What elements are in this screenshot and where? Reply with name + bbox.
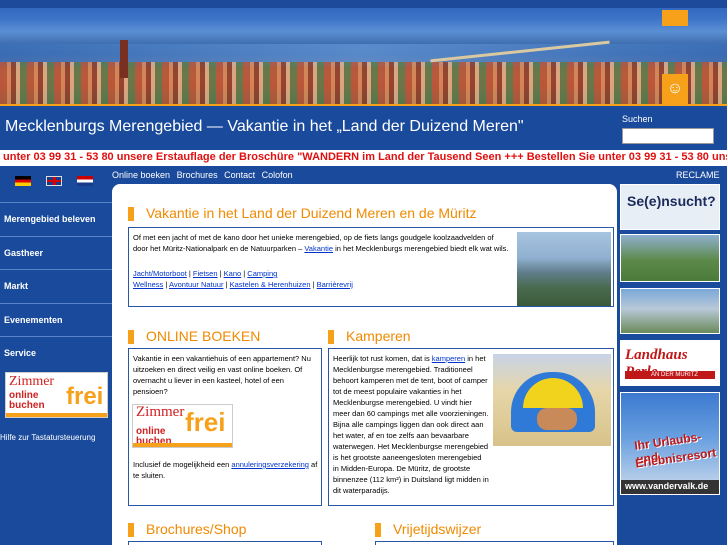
link-jacht[interactable]: Jacht/Motorboot <box>133 269 187 278</box>
kamperen-text: Heerlijk tot rust komen, dat is kamperen… <box>333 354 489 495</box>
flag-de-icon[interactable] <box>15 176 31 186</box>
keyboard-help-link[interactable]: Hilfe zur Tastatursteuerung <box>0 433 95 442</box>
link-wellness[interactable]: Wellness <box>133 280 163 289</box>
topnav-contact[interactable]: Contact <box>224 170 255 180</box>
flag-gb-icon[interactable] <box>46 176 62 186</box>
ad-estate-photo[interactable] <box>620 234 720 282</box>
ticker-text: unter 03 99 31 - 53 80 unsere Erstauflag… <box>3 151 727 163</box>
link-barrierevrij[interactable]: Barrièrevrij <box>317 280 353 289</box>
vakantie-link[interactable]: Vakantie <box>304 244 333 253</box>
ad-seensucht[interactable]: Se(e)nsucht? <box>620 184 720 230</box>
link-kastelen[interactable]: Kastelen & Herenhuizen <box>230 280 311 289</box>
page-title: Mecklenburgs Merengebied — Vakantie in h… <box>5 118 524 135</box>
link-kano[interactable]: Kano <box>224 269 242 278</box>
kamperen-box: Heerlijk tot rust komen, dat is kamperen… <box>328 348 614 506</box>
zimmer-frei-large[interactable]: Zimmer online buchen frei <box>132 404 233 448</box>
main-content: Vakantie in het Land der Duizend Meren e… <box>112 184 617 545</box>
intro-text: Of met een jacht of met de kano door het… <box>133 233 509 253</box>
link-avontuur[interactable]: Avontuur Natuur <box>169 280 223 289</box>
language-flags <box>0 166 112 202</box>
ad-lake-photo[interactable] <box>620 288 720 334</box>
left-sidebar: Merengebied beleven Gastheer Markt Evene… <box>0 166 112 545</box>
ad-vandervalk[interactable]: Ihr Urlaubs- und Erlebnisresort www.vand… <box>620 392 720 495</box>
sidebar-item-markt[interactable]: Markt <box>0 269 112 302</box>
camping-tent-photo <box>493 354 611 446</box>
news-ticker: unter 03 99 31 - 53 80 unsere Erstauflag… <box>0 150 727 166</box>
link-camping[interactable]: Camping <box>247 269 277 278</box>
vrijetijd-box <box>375 541 614 545</box>
sidebar-item-merengebied[interactable]: Merengebied beleven <box>0 202 112 235</box>
ad-landhaus-perle[interactable]: Landhaus Perle AN DER MÜRITZ <box>620 340 720 386</box>
banner-top-strip <box>0 0 727 8</box>
banner-church-tower <box>120 40 128 78</box>
online-boeken-insurance: Inclusief de mogelijkheid een annulering… <box>133 460 318 480</box>
reclame-label: RECLAME <box>676 170 720 180</box>
flag-nl-icon[interactable] <box>77 176 93 186</box>
sidebar-item-evenementen[interactable]: Evenementen <box>0 303 112 336</box>
topnav-online-boeken[interactable]: Online boeken <box>112 170 170 180</box>
top-nav: Online boeken Brochures Contact Colofon <box>112 166 617 184</box>
topnav-colofon[interactable]: Colofon <box>262 170 293 180</box>
banner-orange-box <box>662 10 688 26</box>
annulering-link[interactable]: annuleringsverzekering <box>231 460 309 469</box>
link-fietsen[interactable]: Fietsen <box>193 269 218 278</box>
zimmer-frei-banner[interactable]: Zimmer online buchen frei <box>5 372 108 418</box>
kamperen-link[interactable]: kamperen <box>432 354 465 363</box>
title-bar: Mecklenburgs Merengebied — Vakantie in h… <box>0 104 727 150</box>
search-label: Suchen <box>622 114 653 124</box>
banner-town <box>0 62 727 104</box>
sidebar-item-service[interactable]: Service <box>0 336 112 369</box>
brochures-box <box>128 541 322 545</box>
sidebar-item-gastheer[interactable]: Gastheer <box>0 236 112 269</box>
topnav-brochures[interactable]: Brochures <box>177 170 218 180</box>
online-boeken-box: Vakantie in een vakantiehuis of een appa… <box>128 348 322 506</box>
lake-photo <box>517 232 611 306</box>
search-input[interactable] <box>622 128 714 144</box>
header-banner: ☺ <box>0 0 727 104</box>
intro-box: Of met een jacht of met de kano door het… <box>128 227 614 307</box>
online-boeken-text: Vakantie in een vakantiehuis of een appa… <box>133 354 311 396</box>
banner-logo-icon[interactable]: ☺ <box>662 74 688 104</box>
